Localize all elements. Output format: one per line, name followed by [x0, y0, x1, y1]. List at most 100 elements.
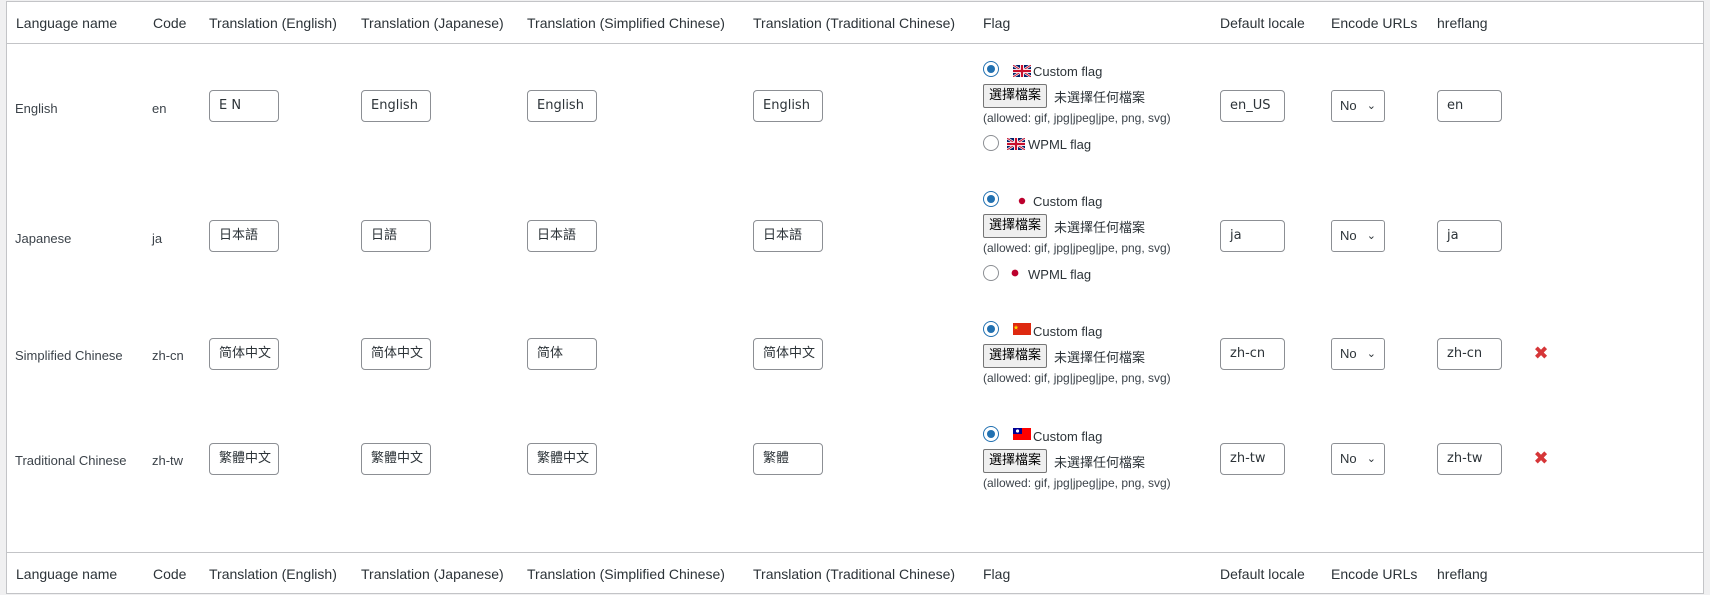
translation-english-input[interactable]: 繁體中文 — [209, 443, 279, 475]
no-file-chosen-text: 未選擇任何檔案 — [1054, 351, 1146, 366]
custom-flag-radio[interactable] — [983, 191, 999, 207]
translation-simplified-chinese-input[interactable]: 繁體中文 — [527, 443, 597, 475]
footer-encode-urls: Encode URLs — [1331, 565, 1418, 582]
wpml-flag-label: WPML flag — [1028, 267, 1092, 282]
encode-urls-select[interactable]: No ⌄ — [1331, 220, 1385, 252]
default-locale-input[interactable]: ja — [1220, 220, 1285, 252]
chevron-down-icon: ⌄ — [1366, 230, 1376, 242]
header-encode-urls: Encode URLs — [1331, 14, 1418, 31]
language-code: en — [152, 101, 167, 116]
table-footer: Language name Code Translation (English)… — [7, 552, 1703, 594]
translation-english-input[interactable]: 简体中文 — [209, 338, 279, 370]
encode-urls-value: No — [1340, 228, 1357, 243]
default-locale-input[interactable]: zh-cn — [1220, 338, 1285, 370]
header-code: Code — [153, 14, 187, 31]
delete-language-icon[interactable]: ✖ — [1533, 344, 1549, 362]
language-name: English — [15, 101, 58, 116]
translation-simplified-chinese-input[interactable]: 日本語 — [527, 220, 597, 252]
encode-urls-select[interactable]: No ⌄ — [1331, 443, 1385, 475]
allowed-formats-text: (allowed: gif, jpg|jpeg|jpe, png, svg) — [983, 111, 1171, 125]
table-row: Traditional Chinese zh-tw 繁體中文 繁體中文 繁體中文… — [7, 409, 1703, 514]
translation-english-input[interactable]: E N — [209, 90, 279, 122]
encode-urls-select[interactable]: No ⌄ — [1331, 338, 1385, 370]
allowed-formats-text: (allowed: gif, jpg|jpeg|jpe, png, svg) — [983, 371, 1171, 385]
delete-language-icon[interactable]: ✖ — [1533, 449, 1549, 467]
language-code: zh-tw — [152, 453, 184, 468]
language-name: Simplified Chinese — [15, 348, 123, 363]
footer-language-name: Language name — [16, 565, 118, 582]
wpml-flag-radio[interactable] — [983, 135, 999, 151]
translation-traditional-chinese-input[interactable]: 繁體 — [753, 443, 823, 475]
header-translation-japanese: Translation (Japanese) — [361, 14, 504, 31]
translation-traditional-chinese-input[interactable]: 日本語 — [753, 220, 823, 252]
encode-urls-value: No — [1340, 346, 1357, 361]
japan-flag-icon — [1018, 197, 1026, 205]
chevron-down-icon: ⌄ — [1366, 348, 1376, 360]
encode-urls-select[interactable]: No ⌄ — [1331, 90, 1385, 122]
header-flag: Flag — [983, 14, 1011, 31]
japan-flag-icon — [1011, 269, 1019, 277]
custom-flag-label: Custom flag — [1033, 324, 1103, 339]
hreflang-input[interactable]: zh-cn — [1437, 338, 1502, 370]
no-file-chosen-text: 未選擇任何檔案 — [1054, 91, 1146, 106]
header-default-locale: Default locale — [1220, 14, 1305, 31]
footer-default-locale: Default locale — [1220, 565, 1305, 582]
translation-japanese-input[interactable]: English — [361, 90, 431, 122]
hreflang-input[interactable]: en — [1437, 90, 1502, 122]
allowed-formats-text: (allowed: gif, jpg|jpeg|jpe, png, svg) — [983, 241, 1171, 255]
header-hreflang: hreflang — [1437, 14, 1488, 31]
translation-english-input[interactable]: 日本語 — [209, 220, 279, 252]
header-translation-traditional-chinese: Translation (Traditional Chinese) — [753, 14, 956, 31]
uk-flag-icon — [1013, 65, 1031, 77]
languages-table: Language name Code Translation (English)… — [6, 1, 1704, 594]
footer-translation-traditional-chinese: Translation (Traditional Chinese) — [753, 565, 956, 582]
translation-simplified-chinese-input[interactable]: 简体 — [527, 338, 597, 370]
hreflang-input[interactable]: ja — [1437, 220, 1502, 252]
header-language-name: Language name — [16, 14, 118, 31]
custom-flag-radio[interactable] — [983, 426, 999, 442]
custom-flag-label: Custom flag — [1033, 64, 1103, 79]
wpml-flag-label: WPML flag — [1028, 137, 1092, 152]
custom-flag-label: Custom flag — [1033, 194, 1103, 209]
header-translation-english: Translation (English) — [209, 14, 337, 31]
custom-flag-radio[interactable] — [983, 61, 999, 77]
translation-traditional-chinese-input[interactable]: 简体中文 — [753, 338, 823, 370]
translation-japanese-input[interactable]: 日語 — [361, 220, 431, 252]
footer-translation-japanese: Translation (Japanese) — [361, 565, 504, 582]
translation-simplified-chinese-input[interactable]: English — [527, 90, 597, 122]
language-code: ja — [152, 231, 163, 246]
encode-urls-value: No — [1340, 98, 1357, 113]
wpml-flag-radio[interactable] — [983, 265, 999, 281]
table-row: English en E N English English English C… — [7, 44, 1703, 174]
hreflang-input[interactable]: zh-tw — [1437, 443, 1502, 475]
custom-flag-label: Custom flag — [1033, 429, 1103, 444]
no-file-chosen-text: 未選擇任何檔案 — [1054, 456, 1146, 471]
allowed-formats-text: (allowed: gif, jpg|jpeg|jpe, png, svg) — [983, 476, 1171, 490]
language-name: Japanese — [15, 231, 72, 246]
choose-file-button[interactable]: 選擇檔案 — [983, 214, 1048, 238]
choose-file-button[interactable]: 選擇檔案 — [983, 344, 1048, 368]
translation-japanese-input[interactable]: 繁體中文 — [361, 443, 431, 475]
footer-code: Code — [153, 565, 187, 582]
chevron-down-icon: ⌄ — [1366, 453, 1376, 465]
table-header: Language name Code Translation (English)… — [7, 2, 1703, 44]
uk-flag-icon — [1007, 138, 1025, 150]
default-locale-input[interactable]: en_US — [1220, 90, 1285, 122]
footer-hreflang: hreflang — [1437, 565, 1488, 582]
choose-file-button[interactable]: 選擇檔案 — [983, 449, 1048, 473]
default-locale-input[interactable]: zh-tw — [1220, 443, 1285, 475]
footer-flag: Flag — [983, 565, 1011, 582]
translation-japanese-input[interactable]: 简体中文 — [361, 338, 431, 370]
custom-flag-radio[interactable] — [983, 321, 999, 337]
chevron-down-icon: ⌄ — [1366, 100, 1376, 112]
encode-urls-value: No — [1340, 451, 1357, 466]
no-file-chosen-text: 未選擇任何檔案 — [1054, 221, 1146, 236]
language-name: Traditional Chinese — [15, 453, 127, 468]
choose-file-button[interactable]: 選擇檔案 — [983, 84, 1048, 108]
translation-traditional-chinese-input[interactable]: English — [753, 90, 823, 122]
header-translation-simplified-chinese: Translation (Simplified Chinese) — [527, 14, 725, 31]
language-code: zh-cn — [152, 348, 184, 363]
table-row: Simplified Chinese zh-cn 简体中文 简体中文 简体 简体… — [7, 304, 1703, 409]
china-flag-icon — [1013, 323, 1031, 335]
table-row: Japanese ja 日本語 日語 日本語 日本語 Custom flag 選… — [7, 174, 1703, 304]
